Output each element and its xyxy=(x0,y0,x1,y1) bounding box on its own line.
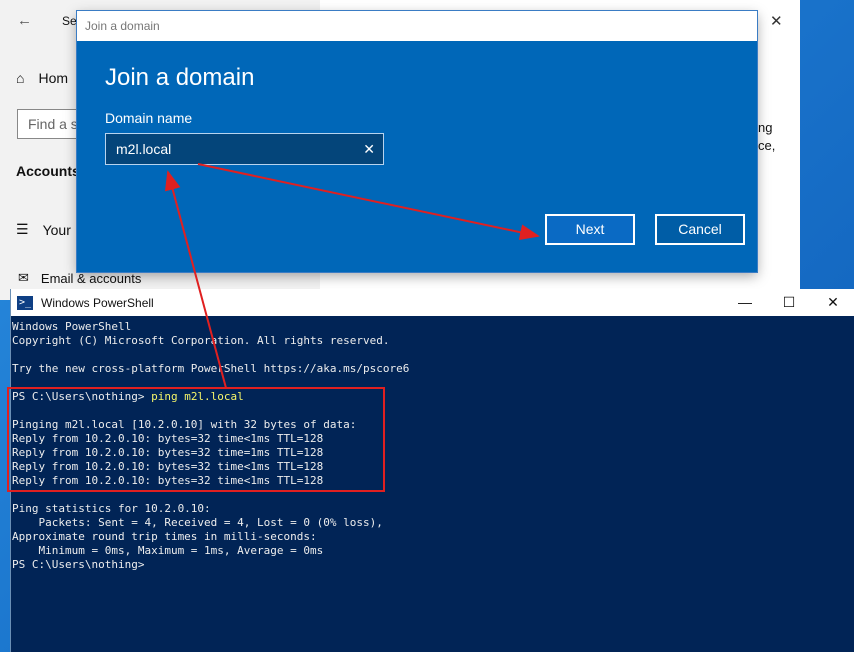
clear-icon[interactable]: ✕ xyxy=(363,141,375,158)
settings-home-item[interactable]: ⌂ Hom xyxy=(16,70,68,86)
console-line: Try the new cross-platform PowerShell ht… xyxy=(12,362,410,375)
back-arrow-icon[interactable]: ← xyxy=(17,12,32,29)
sidebar-item-label: Your xyxy=(42,221,71,238)
content-text-line: ce, xyxy=(758,138,776,153)
annotation-highlight-box xyxy=(7,387,385,492)
console-line: Ping statistics for 10.2.0.10: xyxy=(12,502,211,515)
domain-name-field[interactable]: ✕ xyxy=(105,133,384,165)
console-line: Packets: Sent = 4, Received = 4, Lost = … xyxy=(12,516,383,529)
sidebar-item-email-accounts[interactable]: ✉ Email & accounts xyxy=(18,270,141,286)
domain-name-label: Domain name xyxy=(105,110,193,126)
powershell-icon: >_ xyxy=(17,295,33,310)
console-prompt: PS C:\Users\nothing> xyxy=(12,558,145,571)
settings-content-text: ng ce, xyxy=(758,119,775,155)
home-icon: ⌂ xyxy=(16,70,25,86)
maximize-icon[interactable]: ☐ xyxy=(767,294,811,311)
person-list-icon: ☰ xyxy=(16,221,29,237)
domain-name-input[interactable] xyxy=(106,141,364,157)
console-line: Minimum = 0ms, Maximum = 1ms, Average = … xyxy=(12,544,324,557)
next-button[interactable]: Next xyxy=(545,214,635,245)
home-label: Hom xyxy=(38,70,69,86)
powershell-title: Windows PowerShell xyxy=(41,295,154,310)
console-line: Windows PowerShell xyxy=(12,320,132,333)
minimize-icon[interactable]: — xyxy=(723,294,767,311)
powershell-titlebar: >_ Windows PowerShell — ☐ ✕ xyxy=(11,289,854,316)
join-domain-dialog: Join a domain Join a domain Domain name … xyxy=(77,11,757,272)
settings-section-heading: Accounts xyxy=(16,163,80,179)
window-controls: — ☐ ✕ xyxy=(723,294,854,311)
sidebar-item-label: Email & accounts xyxy=(40,270,142,286)
dialog-heading: Join a domain xyxy=(105,64,255,91)
close-icon[interactable]: ✕ xyxy=(811,294,854,311)
sidebar-item-your-info[interactable]: ☰ Your xyxy=(16,221,71,238)
console-line: Copyright (C) Microsoft Corporation. All… xyxy=(12,334,390,347)
mail-icon: ✉ xyxy=(18,270,29,285)
dialog-titlebar: Join a domain xyxy=(77,11,757,41)
cancel-button[interactable]: Cancel xyxy=(655,214,745,245)
console-line: Approximate round trip times in milli-se… xyxy=(12,530,317,543)
content-text-line: ng xyxy=(758,120,773,135)
settings-close-icon[interactable]: ✕ xyxy=(770,12,783,30)
